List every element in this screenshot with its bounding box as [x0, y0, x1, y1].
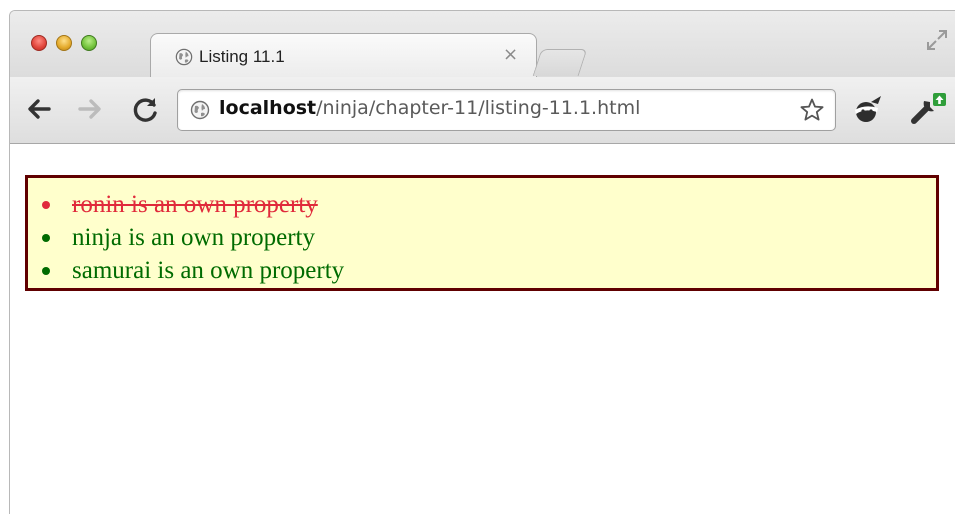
url-host: localhost	[219, 97, 317, 119]
result-text: ninja is an own property	[72, 224, 316, 251]
results-list: ronin is an own property ninja is an own…	[28, 188, 344, 287]
back-arrow-icon[interactable]	[24, 94, 54, 124]
page-content: ronin is an own property ninja is an own…	[10, 144, 955, 514]
result-item-ninja: ninja is an own property	[28, 221, 344, 254]
wrench-update-icon[interactable]	[908, 91, 948, 127]
result-text: samurai is an own property	[72, 257, 345, 284]
results-box: ronin is an own property ninja is an own…	[25, 175, 939, 291]
address-bar[interactable]: localhost/ninja/chapter-11/listing-11.1.…	[177, 89, 836, 131]
star-icon[interactable]	[799, 97, 825, 123]
zoom-window-button[interactable]	[81, 35, 97, 51]
tab-title: Listing 11.1	[199, 47, 285, 66]
new-tab-button[interactable]	[532, 49, 588, 76]
browser-window: Listing 11.1 × localhost/ninja/chapter-1…	[9, 10, 955, 514]
result-item-ronin: ronin is an own property	[28, 188, 344, 221]
fullscreen-icon[interactable]	[924, 27, 950, 53]
tab-close-icon[interactable]: ×	[503, 44, 518, 65]
globe-icon	[175, 48, 193, 66]
tab-listing[interactable]: Listing 11.1 ×	[150, 33, 537, 78]
title-bar: Listing 11.1 ×	[10, 11, 955, 78]
url-text[interactable]: localhost/ninja/chapter-11/listing-11.1.…	[219, 97, 640, 119]
result-text: ronin is an own property	[72, 191, 318, 218]
close-window-button[interactable]	[31, 35, 47, 51]
pass-bullet	[42, 267, 50, 275]
minimize-window-button[interactable]	[56, 35, 72, 51]
browser-toolbar: localhost/ninja/chapter-11/listing-11.1.…	[10, 77, 955, 144]
url-path: /ninja/chapter-11/listing-11.1.html	[316, 97, 641, 119]
fail-bullet	[42, 201, 50, 209]
pass-bullet	[42, 234, 50, 242]
site-info-globe-icon[interactable]	[190, 100, 210, 120]
ninja-extension-icon[interactable]	[851, 94, 883, 126]
result-item-samurai: samurai is an own property	[28, 254, 344, 287]
reload-icon[interactable]	[131, 94, 161, 124]
forward-arrow-icon[interactable]	[75, 94, 105, 124]
